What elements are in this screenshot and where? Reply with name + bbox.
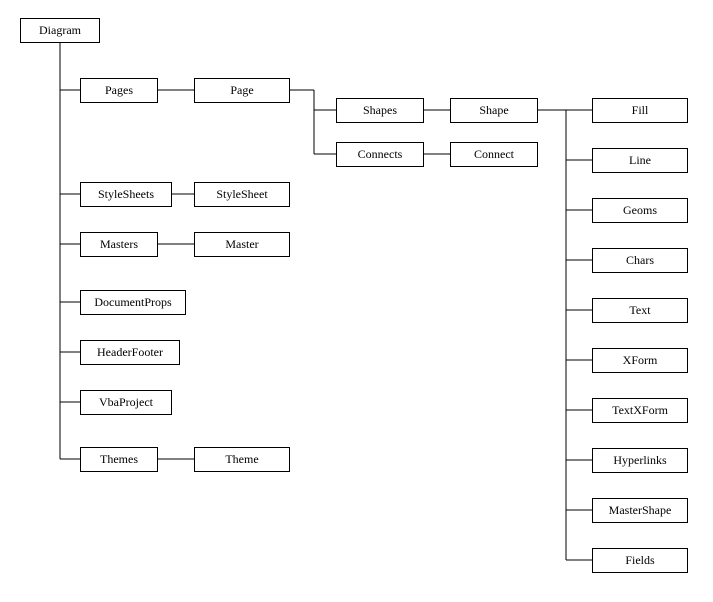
node-xform: XForm	[592, 348, 688, 373]
label: VbaProject	[99, 395, 153, 410]
label: Shapes	[363, 103, 397, 118]
node-textxform: TextXForm	[592, 398, 688, 423]
label: Hyperlinks	[613, 453, 666, 468]
label: TextXForm	[612, 403, 668, 418]
label: Theme	[225, 452, 258, 467]
label: Diagram	[39, 23, 81, 38]
label: Fill	[632, 103, 649, 118]
label: Connect	[474, 147, 514, 162]
node-themes: Themes	[80, 447, 158, 472]
node-shapes: Shapes	[336, 98, 424, 123]
node-theme: Theme	[194, 447, 290, 472]
label: Line	[629, 153, 651, 168]
label: StyleSheets	[98, 187, 154, 202]
node-hyperlinks: Hyperlinks	[592, 448, 688, 473]
label: Pages	[105, 83, 133, 98]
node-chars: Chars	[592, 248, 688, 273]
node-stylesheet: StyleSheet	[194, 182, 290, 207]
node-text: Text	[592, 298, 688, 323]
label: Text	[629, 303, 650, 318]
node-headerfooter: HeaderFooter	[80, 340, 180, 365]
node-mastershape: MasterShape	[592, 498, 688, 523]
label: Chars	[626, 253, 654, 268]
node-page: Page	[194, 78, 290, 103]
node-geoms: Geoms	[592, 198, 688, 223]
node-master: Master	[194, 232, 290, 257]
node-fill: Fill	[592, 98, 688, 123]
label: HeaderFooter	[97, 345, 163, 360]
label: Fields	[625, 553, 654, 568]
label: Page	[230, 83, 253, 98]
node-masters: Masters	[80, 232, 158, 257]
node-vbaproject: VbaProject	[80, 390, 172, 415]
label: Masters	[100, 237, 138, 252]
node-line: Line	[592, 148, 688, 173]
label: Geoms	[623, 203, 657, 218]
node-documentprops: DocumentProps	[80, 290, 186, 315]
node-connect: Connect	[450, 142, 538, 167]
label: MasterShape	[609, 503, 672, 518]
node-fields: Fields	[592, 548, 688, 573]
label: XForm	[623, 353, 658, 368]
label: Shape	[479, 103, 508, 118]
label: Master	[225, 237, 258, 252]
node-diagram: Diagram	[20, 18, 100, 43]
node-connects: Connects	[336, 142, 424, 167]
node-stylesheets: StyleSheets	[80, 182, 172, 207]
label: DocumentProps	[94, 295, 171, 310]
node-pages: Pages	[80, 78, 158, 103]
node-shape: Shape	[450, 98, 538, 123]
label: Connects	[358, 147, 403, 162]
label: Themes	[100, 452, 138, 467]
label: StyleSheet	[216, 187, 267, 202]
